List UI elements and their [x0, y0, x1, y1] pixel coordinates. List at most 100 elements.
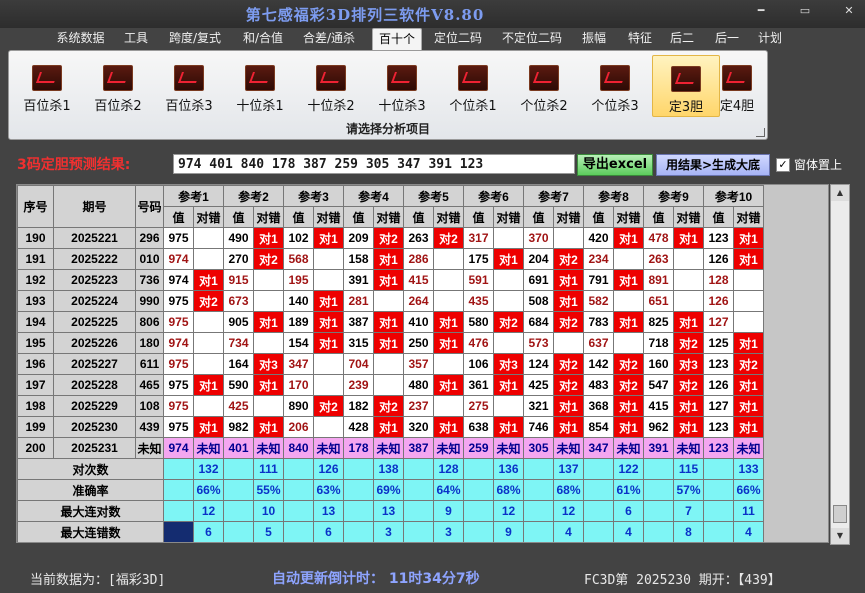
- export-excel-button[interactable]: 导出excel: [577, 154, 653, 176]
- value-cell: 182: [343, 395, 374, 417]
- ribbon-expand-icon[interactable]: [756, 128, 765, 137]
- menu-item[interactable]: 和/合值: [238, 28, 288, 50]
- ribbon-button[interactable]: 个位杀1: [440, 55, 506, 115]
- stat-value: 111: [253, 458, 284, 480]
- ribbon-button[interactable]: 十位杀3: [369, 55, 435, 115]
- menu-item[interactable]: 后一: [710, 28, 744, 50]
- table-row[interactable]: 191 2025222 010 974 270 对2 568 158 对1 286 175 对1 204…: [17, 248, 764, 270]
- menu-item[interactable]: 合差/通杀: [296, 28, 362, 50]
- menu-item[interactable]: 定位二码: [428, 28, 488, 50]
- stat-value: 4: [733, 521, 764, 542]
- value-cell: 321: [523, 395, 554, 417]
- menu-item[interactable]: 后二: [666, 28, 698, 50]
- current-data-status: 当前数据为：[福彩3D]: [30, 573, 166, 588]
- prediction-row[interactable]: 200 2025231 未知 974 未知 401 未知 840 未知 178 未知 387 未知 259…: [17, 437, 764, 459]
- menu-item[interactable]: 跨度/复式: [165, 28, 225, 50]
- generate-base-button[interactable]: 用结果>生成大底: [656, 154, 770, 176]
- predicted-value-cell: 259: [463, 437, 494, 459]
- value-subheader: 值: [583, 206, 614, 228]
- period-cell: 2025230: [53, 416, 136, 438]
- ribbon-button[interactable]: 十位杀2: [298, 55, 364, 115]
- stat-value: 66%: [733, 479, 764, 501]
- value-cell: 175: [463, 248, 494, 270]
- stat-spacer-cell: [403, 479, 434, 501]
- stat-row: 最大连对数 12 10 13 13 9 12 12 6 7 11: [17, 500, 764, 522]
- table-row[interactable]: 195 2025226 180 974 734 154 对1 315 对1 250 对1 476 573…: [17, 332, 764, 354]
- stat-value: 63%: [313, 479, 344, 501]
- table-row[interactable]: 199 2025230 439 975 对1 982 对1 206 428 对1 320 对1 638 对…: [17, 416, 764, 438]
- stat-label: 最大连错数: [17, 521, 164, 542]
- ribbon-button[interactable]: 定4胆: [712, 55, 762, 115]
- stat-spacer-cell: [583, 479, 614, 501]
- ribbon-button[interactable]: 百位杀3: [156, 55, 222, 115]
- close-button[interactable]: ✕: [841, 4, 857, 17]
- menu-item[interactable]: 工具: [120, 28, 152, 50]
- ribbon-button[interactable]: 百位杀2: [85, 55, 151, 115]
- table-row[interactable]: 197 2025228 465 975 对1 590 对1 170 239 480 对1 361 对1 4…: [17, 374, 764, 396]
- vertical-scrollbar[interactable]: ▲ ▼: [830, 184, 850, 545]
- mark-cell: [493, 227, 524, 249]
- stat-value: 3: [433, 521, 464, 542]
- table-row[interactable]: 194 2025225 806 975 905 对1 189 对1 387 对1 410 对1 580 对…: [17, 311, 764, 333]
- menu-item[interactable]: 不定位二码: [496, 28, 568, 50]
- ribbon-button[interactable]: 个位杀2: [511, 55, 577, 115]
- scroll-thumb[interactable]: [833, 505, 847, 523]
- menu-item[interactable]: 百十个: [372, 28, 422, 51]
- value-cell: 264: [403, 290, 434, 312]
- status-bar: 当前数据为：[福彩3D] 自动更新倒计时： 11时34分7秒 FC3D第 202…: [0, 563, 865, 591]
- value-cell: 590: [223, 374, 254, 396]
- ribbon-button[interactable]: 百位杀1: [14, 55, 80, 115]
- chart-icon: [32, 65, 62, 91]
- mark-subheader: 对错: [733, 206, 764, 228]
- chart-icon: [245, 65, 275, 91]
- menu-item[interactable]: 特征: [622, 28, 658, 50]
- mark-cell: [493, 332, 524, 354]
- value-cell: 315: [343, 332, 374, 354]
- ribbon-button[interactable]: 十位杀1: [227, 55, 293, 115]
- table-row[interactable]: 193 2025224 990 975 对2 673 140 对1 281 264 435 508 对1…: [17, 290, 764, 312]
- pin-window-checkbox[interactable]: ✓ 窗体置上: [776, 156, 842, 173]
- table-row[interactable]: 198 2025229 108 975 425 890 对2 182 对2 237 275 321 对1…: [17, 395, 764, 417]
- menu-item[interactable]: 系统数据: [52, 28, 109, 50]
- seq-cell: 190: [17, 227, 54, 249]
- value-cell: 791: [583, 269, 614, 291]
- menu-item[interactable]: 振幅: [576, 28, 612, 50]
- mark-cell: 对2: [373, 227, 404, 249]
- value-cell: 435: [463, 290, 494, 312]
- value-cell: 195: [283, 269, 314, 291]
- minimize-button[interactable]: ━: [753, 4, 769, 17]
- ribbon-button-label: 百位杀1: [23, 99, 71, 114]
- stat-spacer-cell: [703, 479, 734, 501]
- value-cell: 106: [463, 353, 494, 375]
- mark-cell: 对3: [673, 353, 704, 375]
- scroll-up-icon[interactable]: ▲: [831, 185, 849, 201]
- mark-cell: 对3: [253, 353, 284, 375]
- value-cell: 905: [223, 311, 254, 333]
- code-cell: 180: [135, 332, 164, 354]
- period-cell: 2025229: [53, 395, 136, 417]
- stat-spacer-cell: [523, 500, 554, 522]
- mark-subheader: 对错: [193, 206, 224, 228]
- period-cell: 2025231: [53, 437, 136, 459]
- menu-item[interactable]: 计划: [754, 28, 786, 50]
- ribbon-button[interactable]: 个位杀3: [582, 55, 648, 115]
- mark-cell: 对1: [193, 416, 224, 438]
- table-row[interactable]: 190 2025221 296 975 490 对1 102 对1 209 对2 263 对2 317 3…: [17, 227, 764, 249]
- mark-cell: 对1: [493, 416, 524, 438]
- table-row[interactable]: 192 2025223 736 974 对1 915 195 391 对1 415 591 691 对1…: [17, 269, 764, 291]
- ribbon-button[interactable]: 定3胆: [652, 55, 720, 117]
- value-cell: 124: [523, 353, 554, 375]
- code-cell: 806: [135, 311, 164, 333]
- prediction-result-field[interactable]: 974 401 840 178 387 259 305 347 391 123: [173, 154, 575, 174]
- value-cell: 825: [643, 311, 674, 333]
- stat-row: 准确率 66% 55% 63% 69% 64% 68% 68% 61% 57% 66%: [17, 479, 764, 501]
- table-row[interactable]: 196 2025227 611 975 164 对3 347 704 357 106 对3 124 对2…: [17, 353, 764, 375]
- stat-value: 6: [313, 521, 344, 542]
- value-cell: 142: [583, 353, 614, 375]
- checkbox-check-icon[interactable]: ✓: [776, 157, 790, 172]
- scroll-down-icon[interactable]: ▼: [831, 528, 849, 544]
- predicted-value-cell: 123: [703, 437, 734, 459]
- period-cell: 2025227: [53, 353, 136, 375]
- maximize-button[interactable]: ▭: [797, 4, 813, 17]
- stat-value: 64%: [433, 479, 464, 501]
